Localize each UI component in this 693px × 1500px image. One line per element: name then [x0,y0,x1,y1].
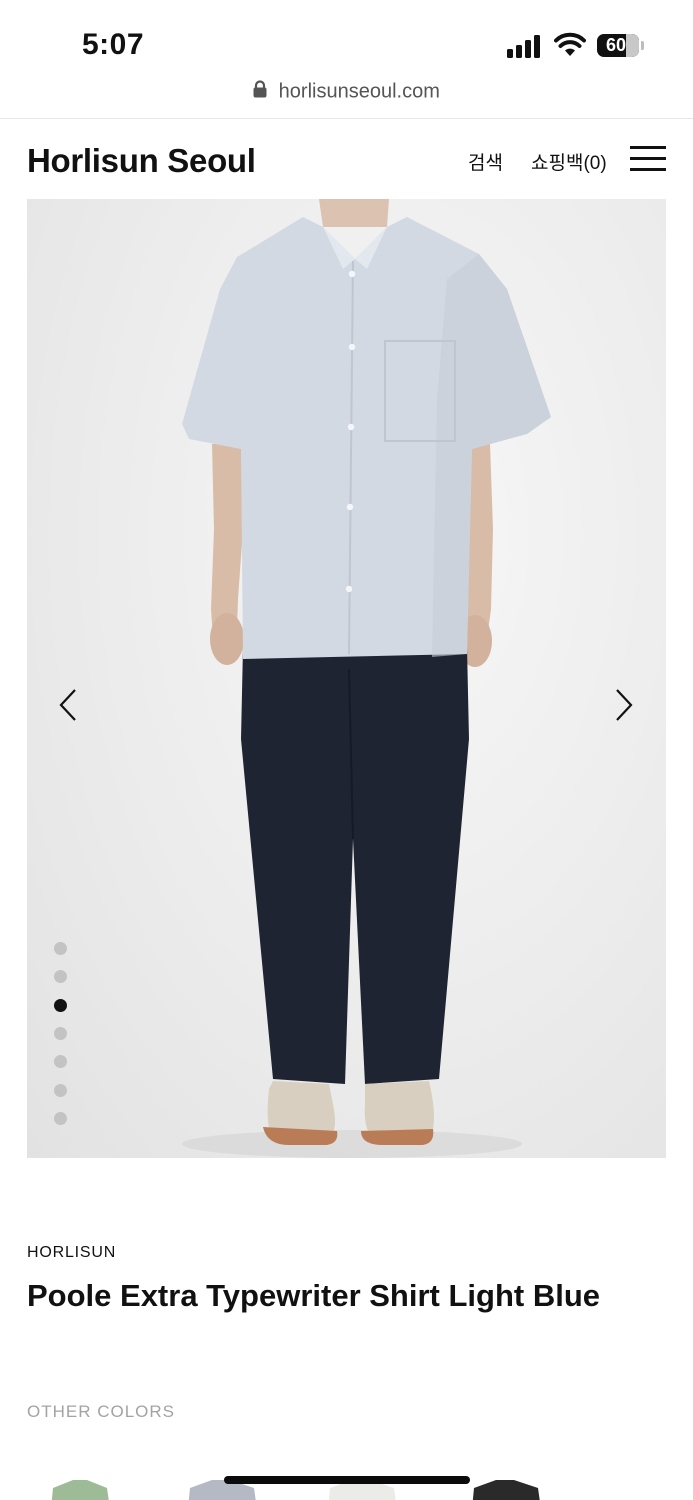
url-text: horlisunseoul.com [278,80,440,103]
gallery-dot[interactable] [54,970,67,983]
product-title: Poole Extra Typewriter Shirt Light Blue [27,1278,601,1313]
product-photo [182,199,551,1158]
color-swatch-white[interactable] [318,1470,408,1500]
color-swatch-black[interactable] [462,1470,552,1500]
gallery-dot[interactable] [54,1055,67,1068]
site-header: Horlisun Seoul 검색 쇼핑백(0) [0,128,693,196]
hamburger-menu-icon[interactable] [630,146,666,172]
site-logo[interactable]: Horlisun Seoul [27,142,256,180]
header-divider [0,118,693,119]
color-swatch-green[interactable] [35,1470,125,1500]
status-time: 5:07 [82,28,145,61]
other-colors-heading: OTHER COLORS [27,1402,176,1421]
product-brand[interactable]: HORLISUN [27,1244,116,1262]
color-swatch-light-blue[interactable] [178,1470,268,1500]
battery-icon: 60 [597,34,639,57]
shopping-bag-link[interactable]: 쇼핑백(0) [531,148,607,175]
gallery-dot[interactable] [54,1112,67,1125]
product-image-gallery[interactable] [27,199,666,1158]
wifi-icon [554,32,586,58]
status-bar: 5:07 60 [0,0,693,80]
cellular-signal-icon [507,34,543,58]
home-indicator[interactable] [224,1476,470,1484]
browser-url-bar[interactable]: horlisunseoul.com [0,80,693,118]
next-image-arrow-icon[interactable] [606,687,640,723]
battery-level: 60 [605,35,627,55]
gallery-dot[interactable] [54,1084,67,1097]
battery-cap [641,41,644,50]
gallery-dot[interactable] [54,1027,67,1040]
previous-image-arrow-icon[interactable] [52,687,86,723]
search-link[interactable]: 검색 [468,148,503,175]
gallery-dot[interactable] [54,942,67,955]
lock-icon [253,80,267,104]
gallery-dot-active[interactable] [54,999,67,1012]
